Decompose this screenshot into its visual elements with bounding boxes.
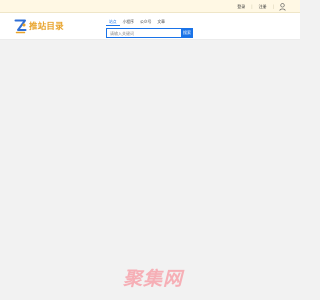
top-bar: 登录 | 注册 | [0,0,300,13]
login-link[interactable]: 登录 [234,4,248,10]
header: 推站目录 站点 小程序 公众号 文章 搜索 [0,13,300,40]
divider: | [251,4,253,9]
logo-text: 推站目录 [29,22,64,32]
watermark: 聚集网 [123,268,184,290]
user-icon[interactable] [279,2,286,11]
divider: | [272,4,274,9]
tab-site[interactable]: 站点 [106,18,120,26]
tab-article[interactable]: 文章 [154,18,168,26]
top-links: 登录 | 注册 | [234,2,286,11]
search-area: 站点 小程序 公众号 文章 搜索 [106,18,196,38]
search-row: 搜索 [106,28,196,38]
z-logo-icon [14,19,27,33]
search-button[interactable]: 搜索 [181,28,193,38]
register-link[interactable]: 注册 [256,4,270,10]
tab-official-account[interactable]: 公众号 [137,18,154,26]
site-logo[interactable]: 推站目录 [14,18,64,34]
search-tabs: 站点 小程序 公众号 文章 [106,18,196,26]
search-input[interactable] [106,28,181,38]
tab-miniprogram[interactable]: 小程序 [120,18,137,26]
